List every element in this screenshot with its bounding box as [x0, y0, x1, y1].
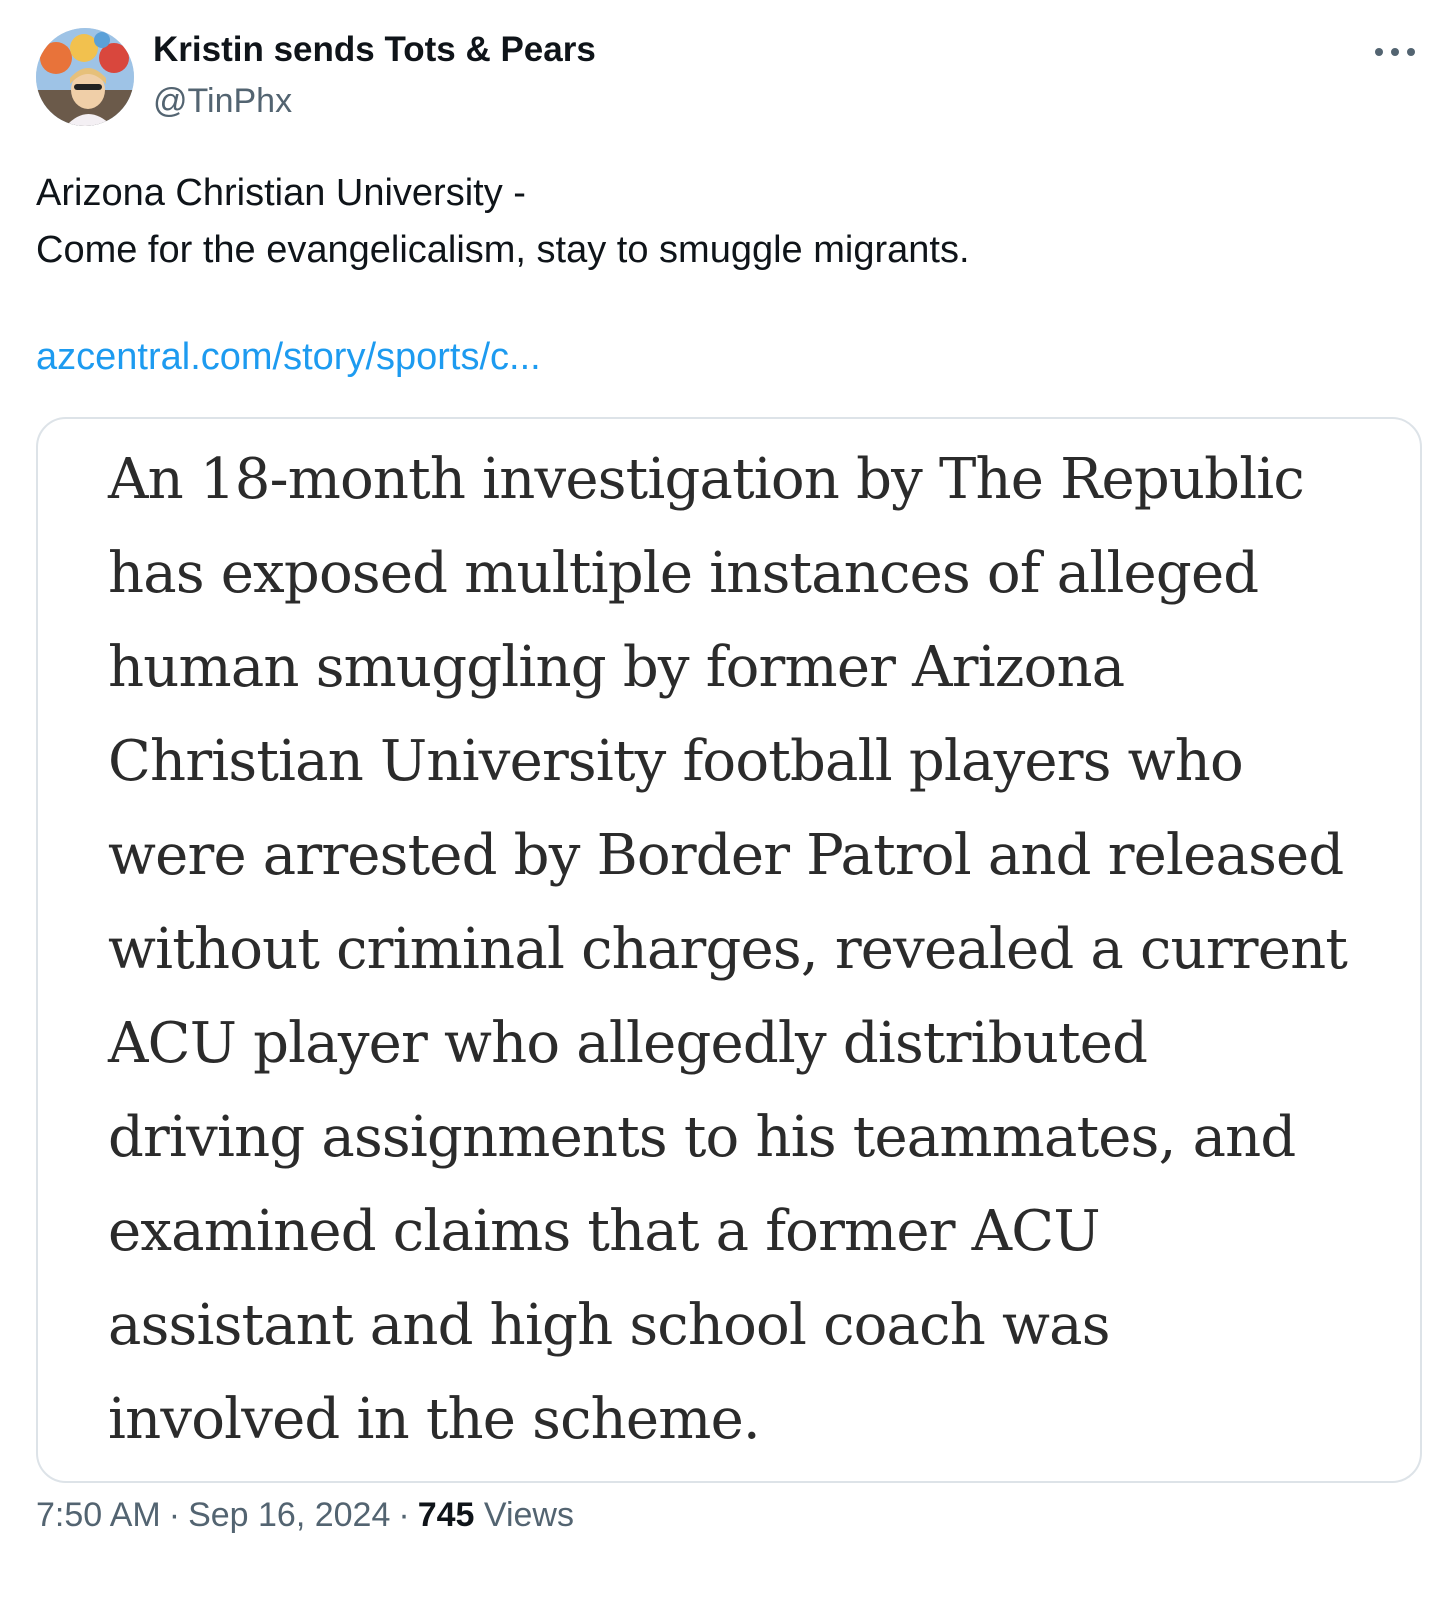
- article-line: Christian University football players wh…: [108, 729, 1244, 794]
- article-link[interactable]: azcentral.com/story/sports/c...: [36, 336, 541, 379]
- article-line: ACU player who allegedly distributed: [108, 1011, 1148, 1076]
- article-line: has exposed multiple instances of allege…: [108, 541, 1259, 606]
- tweet-text: Arizona Christian University - Come for …: [36, 165, 1416, 279]
- tweet-time[interactable]: 7:50 AM: [36, 1496, 161, 1534]
- article-line: human smuggling by former Arizona: [108, 635, 1125, 700]
- author-avatar[interactable]: [36, 28, 134, 126]
- meta-separator: ·: [398, 1496, 410, 1534]
- article-line: were arrested by Border Patrol and relea…: [108, 823, 1344, 888]
- views-count: 745: [417, 1496, 475, 1534]
- meta-separator: ·: [168, 1496, 181, 1534]
- more-horizontal-icon: [1375, 48, 1415, 56]
- article-line: examined claims that a former ACU: [108, 1199, 1101, 1264]
- author-handle[interactable]: @TinPhx: [153, 82, 292, 121]
- tweet-date[interactable]: Sep 16, 2024: [188, 1496, 390, 1534]
- tweet-meta: 7:50 AM · Sep 16, 2024 · 745 Views: [36, 1496, 574, 1535]
- article-line: driving assignments to his teammates, an…: [108, 1105, 1296, 1170]
- tweet-text-line: Come for the evangelicalism, stay to smu…: [36, 229, 970, 271]
- article-line: An 18-month investigation by The Republi…: [108, 447, 1305, 512]
- article-line: without criminal charges, revealed a cur…: [108, 917, 1348, 982]
- tweet: Kristin sends Tots & Pears @TinPhx Arizo…: [0, 0, 1456, 1607]
- article-excerpt: An 18-month investigation by The Republi…: [108, 433, 1408, 1467]
- views-label: Views: [483, 1496, 574, 1534]
- attached-image-card[interactable]: An 18-month investigation by The Republi…: [36, 417, 1422, 1483]
- article-line: assistant and high school coach was: [108, 1293, 1110, 1358]
- author-display-name[interactable]: Kristin sends Tots & Pears: [153, 30, 596, 70]
- avatar-photo-icon: [36, 28, 134, 126]
- tweet-text-line: Arizona Christian University -: [36, 172, 526, 214]
- more-options-button[interactable]: [1370, 38, 1420, 66]
- article-line: involved in the scheme.: [108, 1387, 761, 1452]
